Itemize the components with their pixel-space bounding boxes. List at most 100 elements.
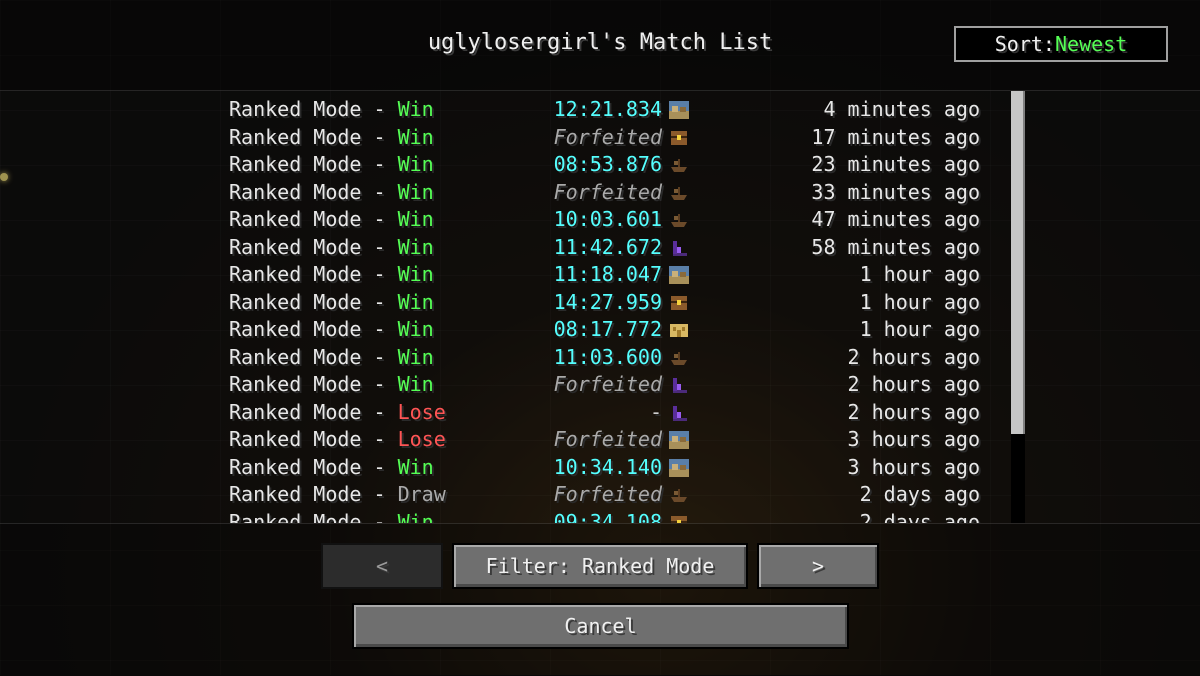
match-time: Forfeited <box>553 124 662 149</box>
prev-page-button[interactable]: < <box>321 543 443 589</box>
match-mode: Ranked Mode - Win <box>229 124 434 151</box>
match-mode: Ranked Mode - Win <box>229 344 434 371</box>
match-mode: Ranked Mode - Win <box>229 289 434 316</box>
match-mode-label: Ranked Mode - <box>229 344 398 369</box>
match-ago: 1 hour ago <box>859 262 980 286</box>
match-result: Win <box>397 509 434 524</box>
match-ago: 58 minutes ago <box>811 234 980 259</box>
match-mode-label: Ranked Mode - <box>229 317 398 341</box>
match-mode: Ranked Mode - Win <box>229 234 434 261</box>
match-time: 08:17.772 <box>553 317 662 341</box>
match-mode-label: Ranked Mode - <box>229 207 398 231</box>
match-mode-label: Ranked Mode - <box>229 234 398 259</box>
match-result: Win <box>397 372 434 396</box>
match-result: Win <box>397 124 434 149</box>
match-mode-label: Ranked Mode - <box>229 262 398 286</box>
match-result: Win <box>397 262 434 286</box>
filter-button[interactable]: Filter: Ranked Mode <box>452 543 748 589</box>
next-page-button[interactable]: > <box>757 543 879 589</box>
match-result: Win <box>397 207 434 231</box>
match-time: - <box>649 399 662 424</box>
shipwreck-icon <box>669 184 689 202</box>
portal-icon <box>669 239 689 257</box>
chest-icon <box>669 514 689 523</box>
chest-icon <box>669 129 689 147</box>
match-time: 11:03.600 <box>553 344 662 369</box>
match-ago: 3 hours ago <box>847 454 980 479</box>
match-mode: Ranked Mode - Win <box>229 371 434 398</box>
match-time: Forfeited <box>553 372 662 396</box>
match-time: 10:34.140 <box>553 454 662 479</box>
match-mode-label: Ranked Mode - <box>229 179 398 204</box>
match-ago: 2 days ago <box>859 482 980 506</box>
match-time: 10:03.601 <box>553 207 662 231</box>
match-time: 08:53.876 <box>553 152 662 176</box>
match-time: Forfeited <box>553 482 662 506</box>
match-ago: 2 hours ago <box>847 399 980 424</box>
village-icon <box>669 266 689 284</box>
shipwreck-icon <box>669 486 689 504</box>
village-icon <box>669 431 689 449</box>
match-time: 09:34.108 <box>553 509 662 524</box>
shipwreck-icon <box>669 349 689 367</box>
cancel-button[interactable]: Cancel <box>352 603 849 649</box>
match-ago: 4 minutes ago <box>823 97 980 121</box>
match-ago: 1 hour ago <box>859 317 980 341</box>
match-ago: 1 hour ago <box>859 289 980 314</box>
match-time: 11:18.047 <box>553 262 662 286</box>
match-mode-label: Ranked Mode - <box>229 454 398 479</box>
village-icon <box>669 458 689 477</box>
match-mode: Ranked Mode - Win <box>229 96 434 123</box>
match-result: Win <box>397 97 434 121</box>
match-mode-label: Ranked Mode - <box>229 482 398 506</box>
match-time: 14:27.959 <box>553 289 662 314</box>
match-mode: Ranked Mode - Win <box>229 179 434 206</box>
match-mode-label: Ranked Mode - <box>229 399 398 424</box>
match-mode-label: Ranked Mode - <box>229 289 398 314</box>
match-ago: 33 minutes ago <box>811 179 980 204</box>
portal-icon <box>669 404 689 422</box>
match-mode: Ranked Mode - Win <box>229 316 434 343</box>
match-ago: 17 minutes ago <box>811 124 980 149</box>
shipwreck-icon <box>669 211 689 229</box>
temple-icon <box>669 321 689 339</box>
match-result: Lose <box>397 427 446 451</box>
match-time: 12:21.834 <box>553 97 662 121</box>
match-ago: 2 hours ago <box>847 372 980 396</box>
match-result: Win <box>397 234 434 259</box>
village-icon <box>669 101 689 119</box>
match-mode: Ranked Mode - Draw <box>229 481 446 508</box>
match-ago: 23 minutes ago <box>811 152 980 176</box>
sort-button[interactable]: Sort: Newest <box>954 26 1168 62</box>
match-mode-label: Ranked Mode - <box>229 509 398 524</box>
match-mode: Ranked Mode - Win <box>229 206 434 233</box>
chest-icon <box>669 294 689 312</box>
match-mode: Ranked Mode - Win <box>229 151 434 178</box>
match-time: Forfeited <box>553 179 662 204</box>
match-mode-label: Ranked Mode - <box>229 124 398 149</box>
header-bar: uglylosergirl's Match List Sort: Newest <box>0 0 1200 91</box>
match-ago: 2 days ago <box>859 509 980 524</box>
match-ago: 47 minutes ago <box>811 207 980 231</box>
match-mode-label: Ranked Mode - <box>229 152 398 176</box>
shipwreck-icon <box>669 156 689 174</box>
match-mode-label: Ranked Mode - <box>229 427 398 451</box>
scrollbar-thumb[interactable] <box>1011 91 1025 434</box>
match-time: 11:42.672 <box>553 234 662 259</box>
match-result: Win <box>397 344 434 369</box>
portal-icon <box>669 376 689 394</box>
match-ago: 3 hours ago <box>847 427 980 451</box>
sort-label: Sort: <box>994 32 1055 56</box>
sort-value: Newest <box>1054 32 1128 56</box>
match-result: Win <box>397 152 434 176</box>
match-mode: Ranked Mode - Win <box>229 509 434 524</box>
match-result: Win <box>397 289 434 314</box>
match-ago: 2 hours ago <box>847 344 980 369</box>
match-result: Draw <box>397 482 446 506</box>
match-result: Win <box>397 317 434 341</box>
match-mode-label: Ranked Mode - <box>229 372 398 396</box>
match-mode: Ranked Mode - Win <box>229 454 434 481</box>
footer-bar: < Filter: Ranked Mode > Cancel <box>0 523 1200 676</box>
match-mode-label: Ranked Mode - <box>229 97 398 121</box>
match-result: Win <box>397 179 434 204</box>
